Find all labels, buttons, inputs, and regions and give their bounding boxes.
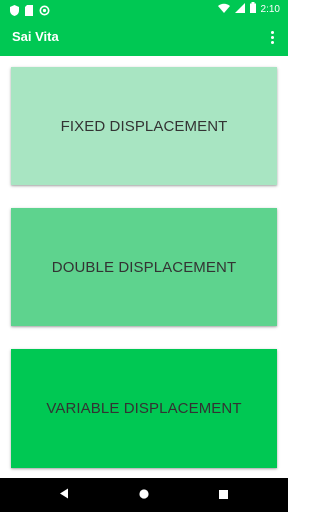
card-label: VARIABLE DISPLACEMENT xyxy=(46,400,242,417)
recents-icon xyxy=(218,486,228,504)
recents-button[interactable] xyxy=(203,478,243,512)
card-label: DOUBLE DISPLACEMENT xyxy=(51,258,237,276)
navigation-bar xyxy=(0,478,288,512)
status-time: 2:10 xyxy=(260,4,280,15)
fixed-displacement-card[interactable]: FIXED DISPLACEMENT xyxy=(11,67,277,185)
app-bar: Sai Vita xyxy=(0,18,288,56)
signal-icon xyxy=(234,2,245,18)
battery-icon xyxy=(249,2,256,18)
overflow-menu-button[interactable] xyxy=(264,26,280,48)
status-bar: 2:10 xyxy=(0,0,288,18)
double-displacement-card[interactable]: DOUBLE DISPLACEMENT xyxy=(11,208,277,326)
back-icon xyxy=(59,486,69,504)
back-button[interactable] xyxy=(44,478,84,512)
wifi-icon xyxy=(217,3,230,18)
app-title: Sai Vita xyxy=(12,29,59,44)
status-right: 2:10 xyxy=(217,2,280,18)
home-button[interactable] xyxy=(124,478,164,512)
more-vert-icon xyxy=(270,30,274,44)
variable-displacement-card[interactable]: VARIABLE DISPLACEMENT xyxy=(11,349,277,468)
home-icon xyxy=(139,486,149,504)
card-label: FIXED DISPLACEMENT xyxy=(60,117,228,135)
